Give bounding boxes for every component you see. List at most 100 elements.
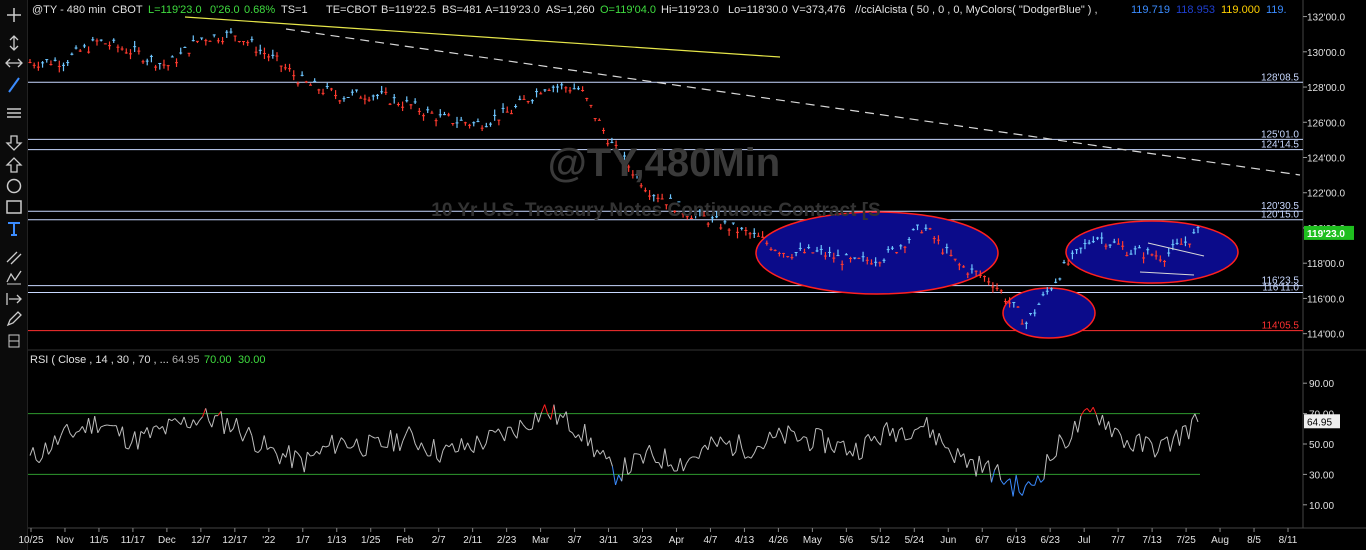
price-bar <box>405 96 409 103</box>
header-change: 0'26.0 <box>210 4 240 16</box>
rsi-segment <box>1037 475 1042 483</box>
rsi-segment <box>91 416 96 434</box>
price-bar <box>669 194 673 199</box>
rsi-label: RSI ( Close , 14 , 30 , 70 , ... <box>30 354 169 366</box>
price-bar <box>731 222 735 225</box>
rsi-segment <box>1009 478 1014 497</box>
rsi-segment <box>159 425 163 430</box>
rsi-segment <box>744 456 749 459</box>
price-bar <box>120 46 124 51</box>
header-bid: B=119'22.5 <box>381 4 436 16</box>
rsi-segment <box>806 437 811 452</box>
rsi-segment <box>149 427 154 439</box>
rsi-segment <box>279 453 284 465</box>
rsi-segment <box>701 444 706 450</box>
header-ts: TS=1 <box>281 4 308 16</box>
level-label: 124'14.5 <box>1261 140 1299 151</box>
rsi-segment <box>510 426 515 435</box>
time-tick-label: 3/7 <box>568 535 582 546</box>
rsi-tick-label: 30.00 <box>1309 470 1334 481</box>
rsi-segment <box>63 423 68 429</box>
rsi-segment <box>263 435 268 450</box>
rsi-segment <box>1083 407 1088 412</box>
rsi-segment <box>685 458 690 464</box>
price-bar <box>514 104 518 109</box>
price-bar <box>74 45 78 50</box>
rsi-segment <box>615 474 620 486</box>
yellow-trendline[interactable] <box>184 16 781 58</box>
rsi-segment <box>849 450 854 457</box>
rsi-segment <box>451 443 456 453</box>
ellipse-annotation[interactable] <box>755 211 999 295</box>
rsi-segment <box>235 417 241 433</box>
rsi-segment <box>273 447 277 455</box>
price-bar <box>547 88 551 92</box>
rsi-segment <box>248 426 253 436</box>
rsi-segment <box>929 429 934 438</box>
rsi-segment <box>800 436 804 441</box>
header-exchange: CBOT <box>112 4 143 16</box>
rsi-segment <box>695 456 699 460</box>
chart-canvas[interactable]: 128'08.5125'01.0124'14.5120'30.5120'15.0… <box>0 0 1366 550</box>
rsi-segment <box>923 417 928 427</box>
rsi-segment <box>910 429 915 439</box>
rsi-segment <box>501 434 506 442</box>
time-tick-label: 2/7 <box>432 535 446 546</box>
rsi-segment <box>1034 475 1039 486</box>
price-bar <box>99 39 103 42</box>
price-bar <box>752 228 756 238</box>
price-bar <box>1058 277 1062 281</box>
header-bidsize: BS=481 <box>442 4 481 16</box>
rsi-segment <box>917 426 921 430</box>
rsi-segment <box>833 441 838 453</box>
time-tick-label: 7/13 <box>1142 535 1162 546</box>
price-bar <box>317 88 321 94</box>
header-ask: A=119'23.0 <box>485 4 540 16</box>
rsi-segment <box>587 437 592 447</box>
ellipse-annotation[interactable] <box>1065 220 1239 284</box>
rsi-segment <box>596 449 601 455</box>
price-bar <box>560 82 564 90</box>
rsi-segment <box>553 404 558 425</box>
rsi-segment <box>41 442 46 458</box>
price-bar <box>258 44 262 55</box>
price-bar <box>463 121 467 126</box>
rsi-segment <box>365 434 370 456</box>
price-bar <box>283 63 287 71</box>
rsi-segment <box>908 437 912 440</box>
rsi-segment <box>1046 454 1051 462</box>
rsi-segment <box>303 452 308 473</box>
rsi-segment <box>550 404 555 420</box>
price-bar <box>447 112 451 117</box>
price-bar <box>401 101 405 112</box>
header-volume: V=373,476 <box>792 4 846 16</box>
price-bar <box>216 37 220 44</box>
ellipse-annotation[interactable] <box>1002 287 1096 339</box>
rsi-segment <box>719 436 724 442</box>
rsi-segment <box>1000 479 1005 485</box>
rsi-overbought: 70.00 <box>204 354 232 366</box>
rsi-segment <box>424 449 429 457</box>
rsi-segment <box>608 456 613 467</box>
time-tick-label: 12/7 <box>191 535 211 546</box>
rsi-segment <box>1068 437 1073 446</box>
rsi-segment <box>883 422 888 429</box>
rsi-segment <box>177 421 182 425</box>
price-bar <box>371 94 375 101</box>
header-open: O=119'04.0 <box>600 4 656 16</box>
rsi-segment <box>128 442 133 450</box>
price-bar <box>70 52 74 56</box>
rsi-segment <box>470 449 475 454</box>
time-tick-label: 7/7 <box>1111 535 1125 546</box>
rsi-segment <box>830 448 835 454</box>
price-bar <box>87 46 91 54</box>
rsi-segment <box>140 430 145 435</box>
rsi-segment <box>960 453 965 458</box>
rsi-segment <box>195 420 200 426</box>
rsi-segment <box>648 444 654 456</box>
price-bar <box>459 116 463 121</box>
dashed-trendline[interactable] <box>285 28 1301 176</box>
rsi-segment <box>747 456 752 459</box>
price-tick-label: 126'00.0 <box>1307 118 1345 129</box>
price-bar <box>242 41 246 46</box>
